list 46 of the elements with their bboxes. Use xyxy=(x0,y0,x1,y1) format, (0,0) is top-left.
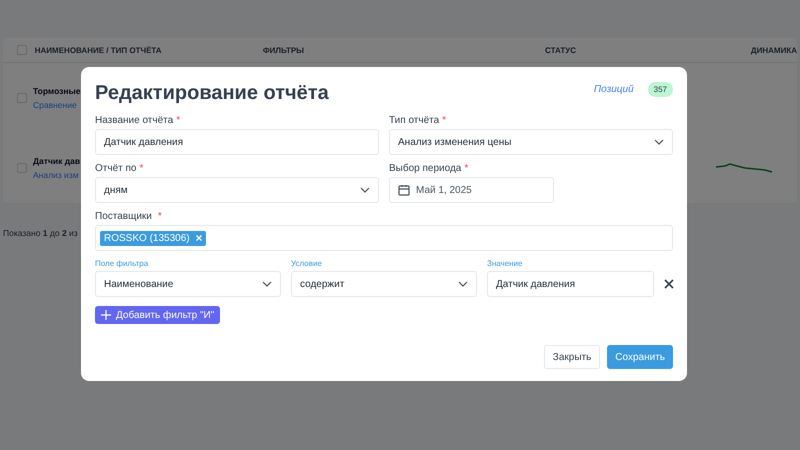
required-mark: * xyxy=(158,211,162,222)
required-mark: * xyxy=(176,115,180,126)
field-label: Значение xyxy=(487,259,524,268)
add-filter-button[interactable]: Добавить фильтр "И" xyxy=(95,306,220,324)
column-header: ДИНАМИКА xyxy=(750,46,797,54)
select-field[interactable]: Анализ изменения цены xyxy=(389,129,673,155)
plus-icon xyxy=(101,310,111,320)
calendar-icon xyxy=(398,184,410,196)
remove-icon[interactable] xyxy=(196,235,202,241)
select-value: содержит xyxy=(300,278,344,290)
positions-label: Позиций xyxy=(594,84,634,95)
positions-count: 357 xyxy=(648,82,673,97)
close-icon[interactable] xyxy=(664,279,674,289)
column-header: НАИМЕНОВАНИЕ / ТИП ОТЧЁТА xyxy=(34,46,163,54)
required-mark: * xyxy=(464,163,468,174)
field-label: Поставщики xyxy=(95,211,152,222)
required-mark: * xyxy=(139,163,144,174)
pagination-summary: Показано 1 до 2 из xyxy=(3,228,78,238)
required-mark: * xyxy=(442,115,446,126)
select-value: Наименование xyxy=(104,278,174,290)
chevron-down-icon xyxy=(458,281,468,287)
text-field[interactable]: Датчик давления xyxy=(487,271,654,297)
chevron-down-icon xyxy=(262,281,272,287)
sparkline xyxy=(715,161,775,175)
field-label: Выбор периода xyxy=(389,163,462,174)
dialog-title: Редактирование отчёта xyxy=(95,82,329,105)
report-name: Тормозные xyxy=(33,86,81,96)
date-value: Май 1, 2025 xyxy=(416,184,472,196)
column-header: СТАТУС xyxy=(545,46,578,54)
select-field[interactable]: дням xyxy=(95,177,379,203)
select-value: дням xyxy=(104,184,128,196)
report-name: Датчик дав xyxy=(33,156,80,166)
select-field[interactable]: Наименование xyxy=(95,271,281,297)
chevron-down-icon xyxy=(654,139,664,145)
column-header: ФИЛЬТРЫ xyxy=(262,46,306,54)
select-value: Анализ изменения цены xyxy=(398,136,512,148)
field-label: Название отчёта xyxy=(95,115,174,126)
field-label: Условие xyxy=(291,259,323,268)
field-label: Тип отчёта xyxy=(389,115,440,126)
chevron-down-icon xyxy=(360,187,370,193)
close-button[interactable]: Закрыть xyxy=(544,345,600,369)
select-field[interactable]: содержит xyxy=(291,271,477,297)
field-label: Поле фильтра xyxy=(95,259,150,268)
date-field[interactable]: Май 1, 2025 xyxy=(389,177,554,203)
field-label: Отчёт по xyxy=(95,163,136,174)
text-field[interactable]: Датчик давления xyxy=(95,129,379,155)
